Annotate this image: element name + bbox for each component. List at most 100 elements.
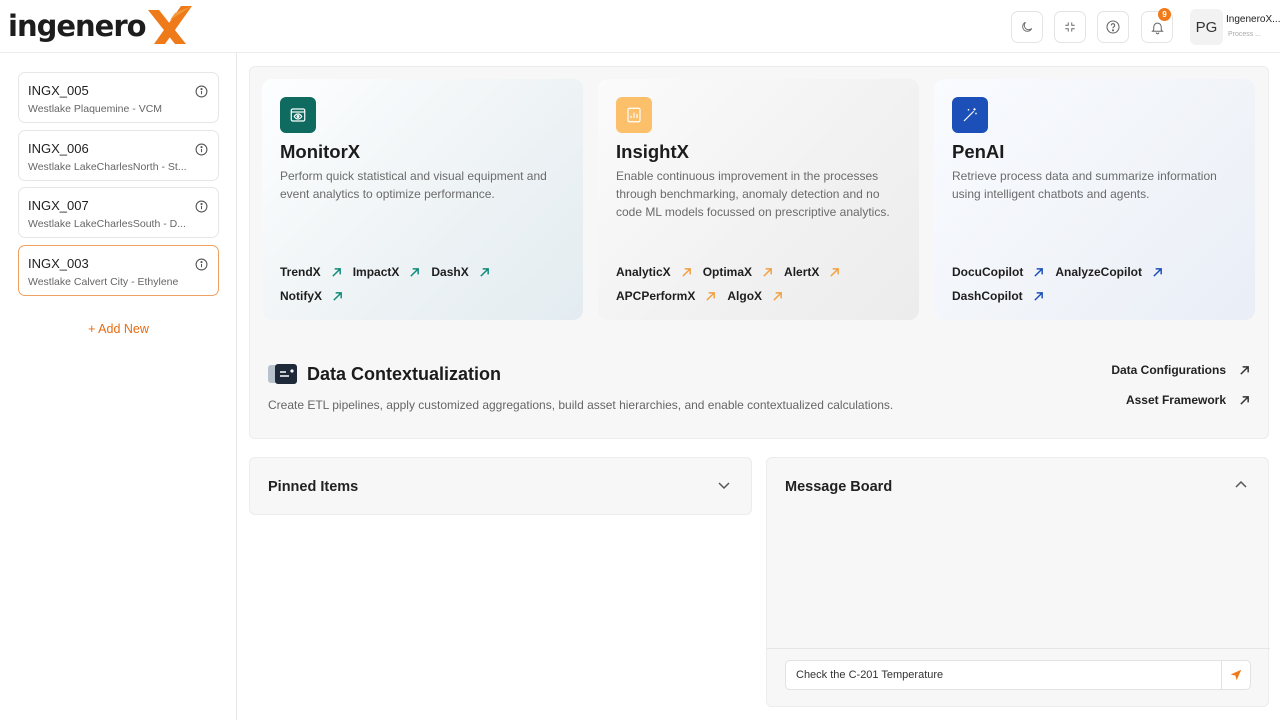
info-icon[interactable]: [195, 143, 208, 156]
card-title: InsightX: [616, 141, 689, 162]
send-button[interactable]: [1221, 660, 1251, 690]
link-algox[interactable]: AlgoX: [727, 289, 783, 303]
arrow-up-right-icon: [1034, 267, 1044, 277]
link-trendx[interactable]: TrendX: [280, 265, 342, 279]
link-dashx[interactable]: DashX: [431, 265, 489, 279]
user-role: Process ...: [1228, 31, 1262, 38]
link-docucopilot[interactable]: DocuCopilot: [952, 265, 1044, 279]
arrow-up-right-icon: [682, 267, 691, 277]
top-header: ingenero 9 PG IngeneroX... Process ...: [0, 0, 1280, 53]
notifications-button[interactable]: 9: [1141, 8, 1173, 43]
info-icon[interactable]: [195, 200, 208, 213]
collapse-icon: [1065, 22, 1075, 32]
pinned-items-panel[interactable]: Pinned Items: [249, 457, 752, 515]
card-title: PenAI: [952, 141, 1005, 162]
link-label: NotifyX: [280, 289, 322, 303]
penai-card[interactable]: PenAI Retrieve process data and summariz…: [934, 79, 1255, 320]
link-label: AnalyticX: [616, 265, 671, 279]
moon-icon: [1022, 21, 1033, 32]
arrow-up-right-icon: [1240, 365, 1249, 375]
info-icon[interactable]: [195, 85, 208, 98]
info-icon[interactable]: [195, 258, 208, 271]
link-label: Data Configurations: [1111, 363, 1226, 377]
arrow-up-right-icon: [763, 267, 772, 277]
link-alertx[interactable]: AlertX: [784, 265, 840, 279]
arrow-up-right-icon: [1033, 291, 1043, 301]
notification-badge: 9: [1158, 8, 1171, 21]
monitorx-card[interactable]: MonitorX Perform quick statistical and v…: [262, 79, 583, 320]
message-input[interactable]: [785, 660, 1225, 690]
site-name: Westlake LakeCharlesSouth - D...: [28, 218, 186, 230]
site-name: Westlake Plaquemine - VCM: [28, 103, 163, 115]
bell-icon: [1150, 22, 1164, 34]
message-board-panel: Message Board: [766, 457, 1270, 707]
arrow-up-right-icon: [333, 291, 342, 301]
link-label: OptimaX: [702, 265, 753, 279]
help-button[interactable]: [1097, 11, 1129, 43]
card-links: DocuCopilot AnalyzeCopilot DashCopilot: [952, 260, 1252, 308]
avatar: PG: [1190, 9, 1223, 45]
link-apcperformx[interactable]: APCPerformX: [616, 289, 716, 303]
card-title: MonitorX: [280, 141, 361, 162]
link-label: Asset Framework: [1125, 393, 1226, 407]
link-label: DashCopilot: [952, 289, 1023, 303]
site-name: Westlake Calvert City - Ethylene: [28, 276, 179, 288]
site-item[interactable]: INGX_005 Westlake Plaquemine - VCM: [18, 72, 219, 123]
card-description: Retrieve process data and summarize info…: [952, 169, 1217, 201]
fullscreen-button[interactable]: [1054, 11, 1086, 43]
help-icon: [1106, 20, 1120, 34]
link-notifyx[interactable]: NotifyX: [280, 289, 343, 303]
site-item-active[interactable]: INGX_003 Westlake Calvert City - Ethylen…: [18, 245, 219, 296]
logo-text: ingenero: [8, 9, 147, 43]
panel-title: Message Board: [785, 479, 893, 495]
panel-title: Pinned Items: [268, 479, 359, 495]
link-label: AlgoX: [727, 289, 763, 303]
card-description: Enable continuous improvement in the pro…: [616, 169, 890, 219]
site-item[interactable]: INGX_007 Westlake LakeCharlesSouth - D..…: [18, 187, 219, 238]
site-item[interactable]: INGX_006 Westlake LakeCharlesNorth - St.…: [18, 130, 219, 181]
logo-x-icon: [144, 4, 192, 48]
link-label: DashX: [431, 265, 469, 279]
link-label: DocuCopilot: [952, 265, 1024, 279]
link-optimax[interactable]: OptimaX: [703, 265, 773, 279]
arrow-up-right-icon: [1153, 267, 1162, 277]
ingenero-logo[interactable]: ingenero: [8, 4, 192, 48]
site-id: INGX_007: [28, 198, 89, 213]
chevron-up-icon[interactable]: [1234, 478, 1248, 492]
data-configurations-link[interactable]: Data Configurations: [1111, 363, 1250, 377]
link-label: AlertX: [784, 265, 820, 279]
user-menu[interactable]: PG IngeneroX... Process ...: [1190, 9, 1280, 45]
link-impactx[interactable]: ImpactX: [353, 265, 421, 279]
site-name: Westlake LakeCharlesNorth - St...: [28, 161, 187, 173]
arrow-up-right-icon: [480, 267, 489, 277]
card-links: AnalyticX OptimaX AlertX APCPerformX Alg…: [616, 260, 916, 308]
site-id: INGX_005: [28, 83, 89, 98]
chevron-down-icon[interactable]: [717, 478, 731, 492]
monitor-eye-icon: [280, 97, 316, 133]
user-name: IngeneroX...: [1226, 14, 1280, 25]
card-links: TrendX ImpactX DashX NotifyX: [280, 260, 580, 308]
link-label: TrendX: [280, 265, 321, 279]
arrow-up-right-icon: [706, 291, 716, 301]
data-context-description: Create ETL pipelines, apply customized a…: [268, 398, 894, 412]
link-label: AnalyzeCopilot: [1055, 265, 1142, 279]
arrow-up-right-icon: [1240, 395, 1249, 405]
site-id: INGX_003: [28, 256, 89, 271]
send-icon: [1230, 669, 1242, 681]
dark-mode-button[interactable]: [1011, 11, 1043, 43]
add-new-button[interactable]: + Add New: [0, 322, 237, 336]
chart-doc-icon: [616, 97, 652, 133]
sidebar: INGX_005 Westlake Plaquemine - VCM INGX_…: [0, 53, 237, 720]
divider: [767, 648, 1270, 649]
data-context-title: Data Contextualization: [307, 364, 502, 384]
link-analyticx[interactable]: AnalyticX: [616, 265, 692, 279]
products-panel: MonitorX Perform quick statistical and v…: [249, 66, 1269, 439]
asset-framework-link[interactable]: Asset Framework: [1126, 393, 1250, 407]
arrow-up-right-icon: [410, 267, 420, 277]
link-analyzecopilot[interactable]: AnalyzeCopilot: [1055, 265, 1163, 279]
magic-wand-icon: [952, 97, 988, 133]
arrow-up-right-icon: [332, 267, 341, 277]
data-context-icon: [268, 364, 297, 384]
insightx-card[interactable]: InsightX Enable continuous improvement i…: [598, 79, 919, 320]
link-dashcopilot[interactable]: DashCopilot: [952, 289, 1044, 303]
